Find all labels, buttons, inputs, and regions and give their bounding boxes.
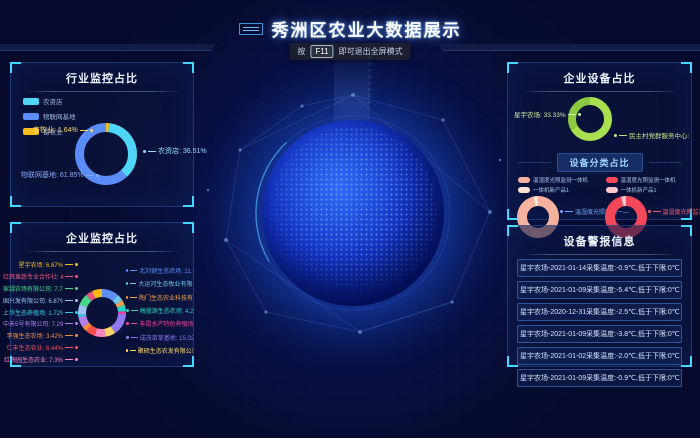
enterprise-left-labels: 星宇农场: 6.87% 红辉果蔬专业合作社: 4.72% 家绿农场有限公司: 7…: [16, 259, 78, 367]
corner-decoration: [10, 62, 21, 73]
class-right-legend: 温湿度光照监测一体机 一体机新产品1: [600, 176, 688, 194]
alarm-row[interactable]: 星宇农场-2021-01-09采集温度:-3.8℃,低于下限:0℃: [517, 325, 682, 343]
device-class-header: 设备分类占比: [508, 153, 691, 172]
chart-label: 星宇农场: 33.33%: [514, 109, 581, 119]
corner-decoration: [183, 356, 194, 367]
header: 秀洲区农业大数据展示: [0, 16, 700, 41]
chart-label: 温湿度光照监测一—: [648, 207, 700, 216]
chart-label: 丰霞水产特色养殖场: 1.: [126, 319, 193, 328]
corner-decoration: [681, 356, 692, 367]
globe-dot-map: [269, 127, 437, 299]
chart-label: 星宇农场: 6.87%: [19, 260, 78, 269]
alarm-row[interactable]: 星宇农场-2020-12-31采集温度:-2.5℃,低于下限:0℃: [517, 303, 682, 321]
legend-swatch: [23, 113, 39, 120]
legend-swatch: [23, 98, 39, 105]
f11-key-badge: F11: [310, 45, 333, 58]
class-left-legend: 温湿度光照监测一体机 一体机新产品1: [512, 176, 600, 194]
legend-item[interactable]: 一体机新产品1: [518, 186, 600, 194]
chart-label: 中禾5号有限公司: 7.29%: [3, 319, 78, 328]
panel-industry-monitor: 行业监控占比 农资店 物联网基地 畜牧业 畜牧业: 1.64农资店: 36.51…: [10, 62, 194, 207]
corner-decoration: [507, 356, 518, 367]
corner-decoration: [183, 62, 194, 73]
header-decoration-right: [438, 44, 700, 51]
globe-visualization: [262, 120, 444, 306]
alarm-row[interactable]: 星宇农场-2021-01-14采集温度:-0.9℃,低于下限:0℃: [517, 259, 682, 277]
legend-swatch: [606, 177, 618, 183]
legend-item[interactable]: 温湿度光照监测一体机: [606, 176, 688, 184]
chart-label: 畜牧业: 1.64%: [33, 125, 93, 135]
chart-label: 上华生态养殖场: 1.72%: [3, 308, 78, 317]
title-divider: [521, 254, 678, 255]
badge-line: [649, 162, 682, 163]
panel-title-device: 企业设备占比: [508, 70, 691, 86]
corner-decoration: [10, 222, 21, 233]
legend-swatch: [606, 187, 618, 193]
chart-label: 北刘钢生态农场: 11.56%: [126, 266, 193, 275]
fullscreen-tooltip: 按 F11 即可退出全屏模式: [289, 43, 410, 60]
panel-title-enterprise: 企业监控占比: [11, 230, 193, 246]
device-donut-chart[interactable]: 民主村党群服务中心: 66.67星宇农场: 33.33: [568, 97, 612, 141]
legend-item[interactable]: 农资店: [23, 96, 76, 106]
badge-line: [518, 162, 551, 163]
chart-label: 梅盛源生态农场: 4.299: [126, 306, 193, 315]
legend-swatch: [518, 187, 530, 193]
corner-decoration: [507, 225, 518, 236]
panel-title-industry: 行业监控占比: [11, 70, 193, 86]
page-title: 秀洲区农业大数据展示: [272, 16, 462, 41]
legend-item[interactable]: 温湿度光照监测一体机: [518, 176, 600, 184]
chart-label: 红辉果蔬专业合作社: 4.72%: [3, 272, 78, 281]
alarm-row[interactable]: 星宇农场-2021-01-09采集温度:-0.9℃,低于下限:0℃: [517, 369, 682, 387]
corner-decoration: [183, 222, 194, 233]
chart-label: 成茂苗草基地: 15.02%: [126, 333, 193, 342]
panel-device-ratio: 企业设备占比 民主村党群服务中心: 66.67星宇农场: 33.33 星宇农场:…: [507, 62, 692, 220]
chart-label: 陶门生态农业科技有限公: [126, 293, 193, 302]
binary-rain-decoration: 10100101: [366, 56, 372, 107]
brand-logo: [239, 23, 263, 35]
panel-title-alarms: 设备警报信息: [508, 233, 691, 249]
device-class-title: 设备分类占比: [557, 153, 643, 172]
legend-swatch: [518, 177, 530, 183]
legend-item[interactable]: 一体机新产品1: [606, 186, 688, 194]
chart-label: 聚硕生态农发有限公司: 6.879: [126, 346, 193, 355]
chart-label: 仁丰生态农业: 6.44%: [7, 343, 78, 352]
tooltip-prefix: 按: [297, 46, 305, 57]
chart-label: 李强生态农场: 3.42%: [7, 331, 78, 340]
legend-item[interactable]: 物联网基地: [23, 111, 76, 121]
alarm-row[interactable]: 星宇农场-2021-01-09采集温度:-5.4℃,低于下限:0℃: [517, 281, 682, 299]
enterprise-donut-chart[interactable]: 北刘钢生态农场: 11.56大运河生态牧业有限责任公司: 4.5陶门生态农业科技…: [78, 289, 126, 337]
corner-decoration: [10, 196, 21, 207]
corner-decoration: [681, 225, 692, 236]
chart-label: 农资店: 36.51%: [143, 146, 207, 156]
chart-label: 国兴发有限公司: 6.87%: [3, 296, 78, 305]
corner-decoration: [10, 356, 21, 367]
corner-decoration: [507, 62, 518, 73]
panel-enterprise-monitor: 企业监控占比 星宇农场: 6.87% 红辉果蔬专业合作社: 4.72% 家绿农场…: [10, 222, 194, 367]
chart-label: 民主村党群服务中心:: [614, 130, 689, 140]
enterprise-right-labels: 北刘钢生态农场: 11.56% 大运河生态牧业有限责任公 陶门生态农业科技有限公…: [126, 259, 193, 367]
panel-device-alarms: 设备警报信息 星宇农场-2021-01-14采集温度:-0.9℃,低于下限:0℃…: [507, 225, 692, 367]
header-decoration-left: [0, 44, 216, 51]
dashboard: 秀洲区农业大数据展示 按 F11 即可退出全屏模式 10100101 行业监控占…: [0, 0, 700, 438]
chart-label: 家绿农场有限公司: 7.72%: [3, 284, 78, 293]
chart-label: 物联网基地: 61.85%: [21, 170, 99, 180]
corner-decoration: [681, 62, 692, 73]
corner-decoration: [183, 196, 194, 207]
alarm-row[interactable]: 星宇农场-2021-01-02采集温度:-2.0℃,低于下限:0℃: [517, 347, 682, 365]
title-divider: [24, 91, 180, 92]
chart-label: 大运河生态牧业有限责任公: [126, 279, 193, 288]
